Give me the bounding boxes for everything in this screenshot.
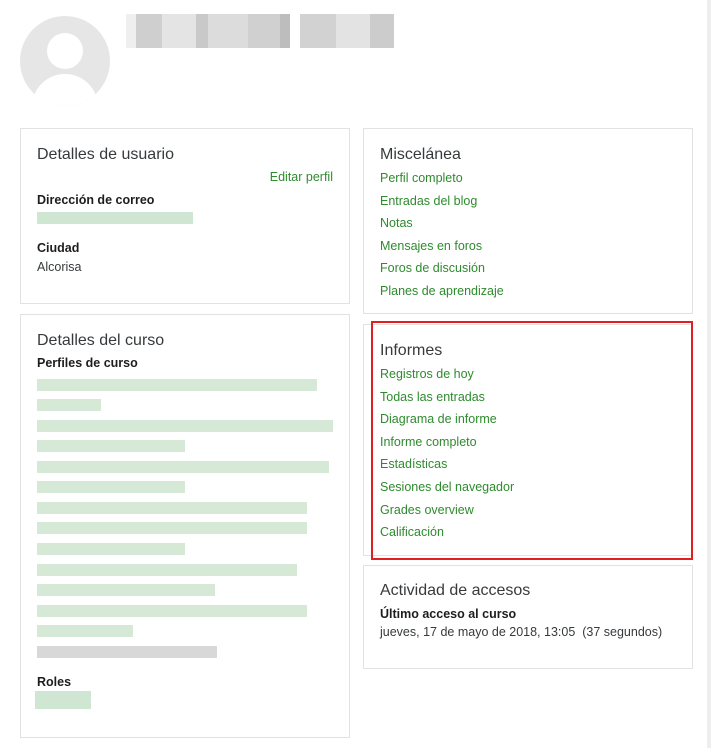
full-profile-link[interactable]: Perfil completo (380, 169, 504, 192)
last-course-access-value: jueves, 17 de mayo de 2018, 13:05 (37 se… (380, 625, 663, 639)
reports-highlight-box (371, 321, 693, 560)
user-details-card: Detalles de usuario Editar perfil Direcc… (20, 128, 350, 304)
course-profiles-label: Perfiles de curso (37, 356, 138, 370)
course-details-card: Detalles del curso Perfiles de curso Rol… (20, 314, 350, 738)
email-value-redacted (37, 212, 193, 224)
avatar (20, 16, 110, 106)
last-course-access-label: Último acceso al curso (380, 607, 517, 621)
forum-discussions-link[interactable]: Foros de discusión (380, 259, 504, 282)
city-label: Ciudad (37, 241, 80, 255)
roles-value-redacted (35, 691, 91, 709)
email-label: Dirección de correo (37, 193, 155, 207)
misc-title: Miscelánea (380, 146, 461, 163)
city-value: Alcorisa (37, 260, 82, 274)
user-details-title: Detalles de usuario (37, 146, 174, 163)
edit-profile-link[interactable]: Editar perfil (270, 170, 333, 184)
roles-label: Roles (37, 675, 72, 689)
profile-page: Detalles de usuario Editar perfil Direcc… (0, 0, 707, 748)
course-details-title: Detalles del curso (37, 332, 165, 349)
misc-links: Perfil completo Entradas del blog Notas … (380, 169, 504, 305)
forum-posts-link[interactable]: Mensajes en foros (380, 237, 504, 260)
scrollbar-track[interactable] (707, 0, 711, 748)
access-activity-title: Actividad de accesos (380, 582, 531, 599)
misc-card: Miscelánea Perfil completo Entradas del … (363, 128, 693, 314)
notes-link[interactable]: Notas (380, 214, 504, 237)
avatar-head-shape (47, 33, 83, 69)
avatar-body-shape (32, 74, 98, 106)
blog-entries-link[interactable]: Entradas del blog (380, 192, 504, 215)
learning-plans-link[interactable]: Planes de aprendizaje (380, 282, 504, 305)
access-activity-card: Actividad de accesos Último acceso al cu… (363, 565, 693, 669)
